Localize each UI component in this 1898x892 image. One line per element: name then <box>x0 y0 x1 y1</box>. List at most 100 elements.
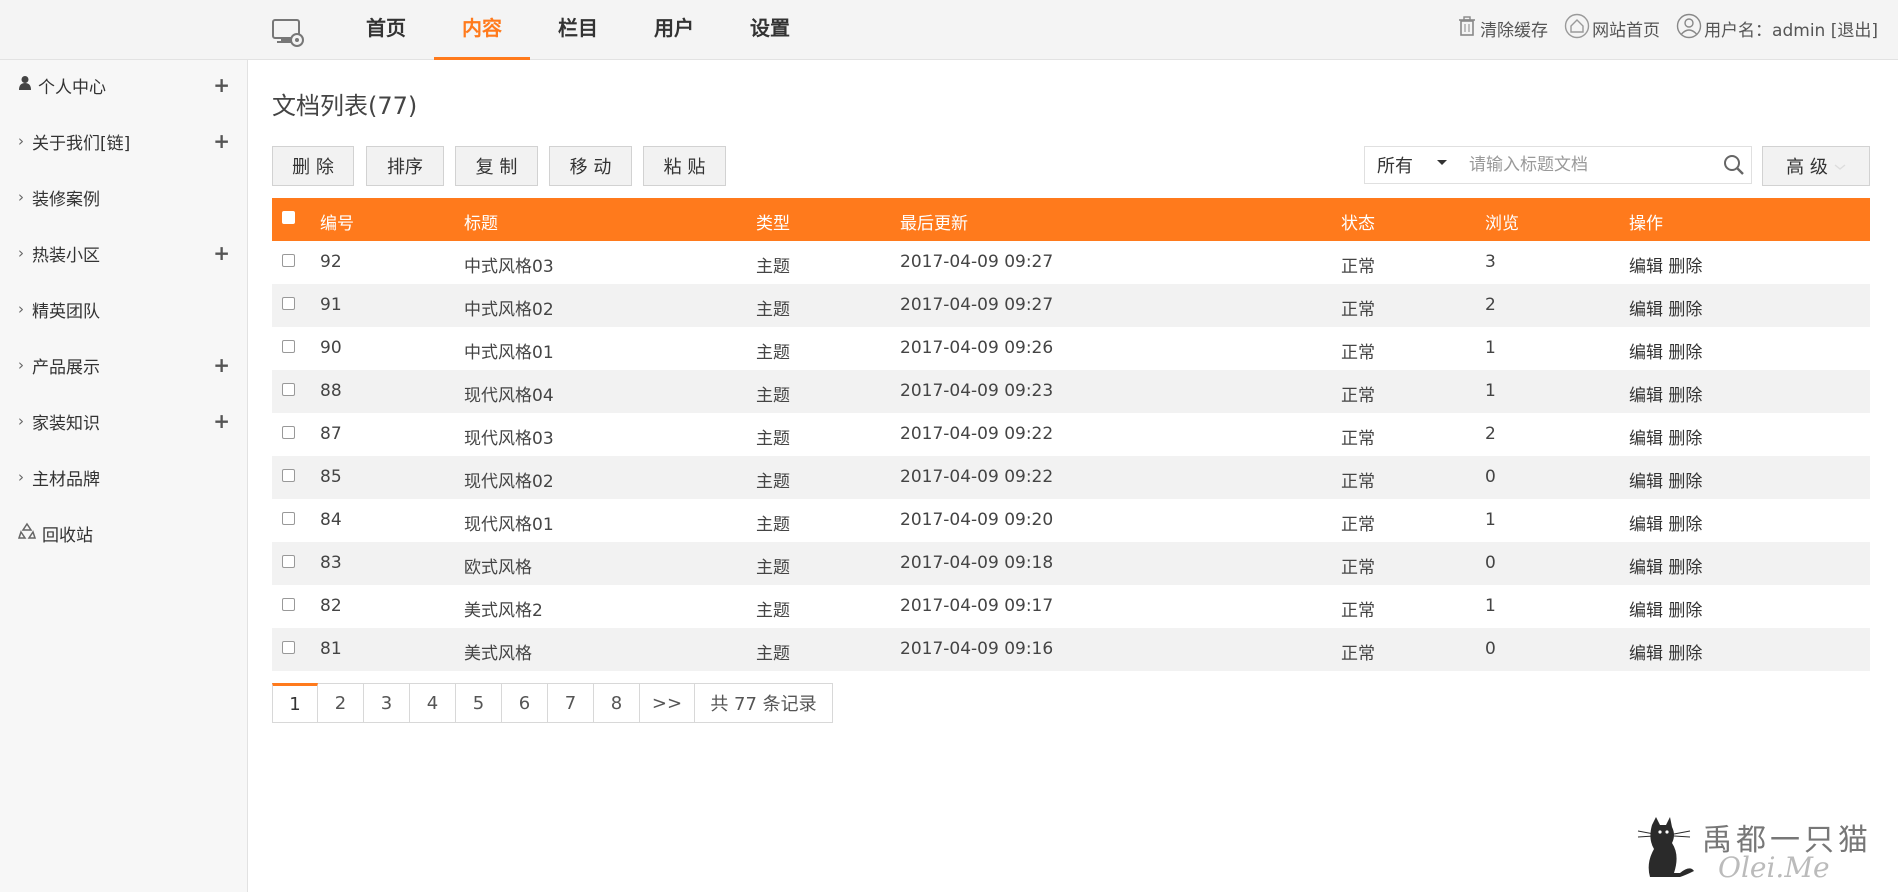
cell-status: 正常 <box>1341 343 1375 363</box>
sidebar-item-1[interactable]: › 关于我们[链] + <box>18 126 230 156</box>
table-body: 92 中式风格03 主题 2017-04-09 09:27 正常 3 编辑 删除 91 中式风格… <box>272 241 1870 671</box>
page-link-0[interactable]: 1 <box>272 683 318 723</box>
cell-views: 0 <box>1485 553 1496 573</box>
cell-title[interactable]: 中式风格03 <box>464 252 554 277</box>
row-checkbox[interactable] <box>282 641 295 654</box>
page-link-5[interactable]: 6 <box>502 683 548 723</box>
site-home-link[interactable]: 网站首页 <box>1564 13 1660 44</box>
plus-icon[interactable]: + <box>213 353 230 377</box>
search-input[interactable] <box>1461 155 1717 175</box>
nav-item-2[interactable]: 栏目 <box>530 0 626 60</box>
select-all-checkbox[interactable] <box>282 211 295 224</box>
cell-updated: 2017-04-09 09:16 <box>900 639 1054 659</box>
cell-title[interactable]: 美式风格 <box>464 639 532 664</box>
copy-button[interactable]: 复 制 <box>455 146 538 186</box>
plus-icon[interactable]: + <box>213 73 230 97</box>
cell-type: 主题 <box>756 644 790 664</box>
sidebar-item-5[interactable]: › 产品展示 + <box>18 350 230 380</box>
page-link-1[interactable]: 2 <box>318 683 364 723</box>
nav-item-3[interactable]: 用户 <box>626 0 722 60</box>
cell-type: 主题 <box>756 601 790 621</box>
page-link-6[interactable]: 7 <box>548 683 594 723</box>
sidebar-item-7[interactable]: › 主材品牌 <box>18 462 230 492</box>
cell-title[interactable]: 现代风格03 <box>464 424 554 449</box>
sidebar-item-8[interactable]: 回收站 <box>17 518 230 548</box>
delete-button[interactable]: 删 除 <box>272 146 354 186</box>
sidebar-item-4[interactable]: › 精英团队 <box>18 294 230 324</box>
row-checkbox[interactable] <box>282 426 295 439</box>
cell-ops[interactable]: 编辑 删除 <box>1629 252 1702 277</box>
search-box: 所有 <box>1364 146 1752 184</box>
search-icon[interactable] <box>1717 154 1751 176</box>
cell-title[interactable]: 欧式风格 <box>464 553 532 578</box>
row-checkbox[interactable] <box>282 512 295 525</box>
cell-ops[interactable]: 编辑 删除 <box>1629 424 1702 449</box>
advanced-search-button[interactable]: 高 级 <box>1762 146 1870 186</box>
cell-views: 1 <box>1485 510 1496 530</box>
cell-views: 1 <box>1485 338 1496 358</box>
header-type: 类型 <box>756 214 790 234</box>
page-link-7[interactable]: 8 <box>594 683 640 723</box>
page-link-4[interactable]: 5 <box>456 683 502 723</box>
cell-title[interactable]: 中式风格02 <box>464 295 554 320</box>
user-icon <box>18 75 38 96</box>
cell-ops[interactable]: 编辑 删除 <box>1629 639 1702 664</box>
cell-ops[interactable]: 编辑 删除 <box>1629 596 1702 621</box>
table-row: 82 美式风格2 主题 2017-04-09 09:17 正常 1 编辑 删除 <box>272 585 1870 628</box>
cell-ops[interactable]: 编辑 删除 <box>1629 295 1702 320</box>
home-icon <box>1564 13 1592 44</box>
row-checkbox[interactable] <box>282 297 295 310</box>
cell-title[interactable]: 现代风格02 <box>464 467 554 492</box>
nav-item-4[interactable]: 设置 <box>722 0 818 60</box>
sidebar-item-3[interactable]: › 热装小区 + <box>18 238 230 268</box>
chevron-right-icon: › <box>18 132 24 150</box>
chevron-right-icon: › <box>18 356 24 374</box>
row-checkbox[interactable] <box>282 254 295 267</box>
page-link-2[interactable]: 3 <box>364 683 410 723</box>
cell-status: 正常 <box>1341 515 1375 535</box>
nav-item-0[interactable]: 首页 <box>338 0 434 60</box>
table-header: 编号 标题 类型 最后更新 状态 浏览 操作 <box>272 198 1870 241</box>
plus-icon[interactable]: + <box>213 241 230 265</box>
sidebar-item-label: 关于我们[链] <box>32 133 131 154</box>
cell-title[interactable]: 中式风格01 <box>464 338 554 363</box>
sort-button[interactable]: 排序 <box>366 146 444 186</box>
page-link-8[interactable]: >> <box>640 683 695 723</box>
cell-title[interactable]: 美式风格2 <box>464 596 543 621</box>
row-checkbox[interactable] <box>282 469 295 482</box>
row-checkbox[interactable] <box>282 383 295 396</box>
cell-updated: 2017-04-09 09:18 <box>900 553 1054 573</box>
sidebar-item-0[interactable]: 个人中心 + <box>18 70 230 100</box>
nav-item-1[interactable]: 内容 <box>434 0 530 60</box>
page-link-3[interactable]: 4 <box>410 683 456 723</box>
sidebar-item-2[interactable]: › 装修案例 <box>18 182 230 212</box>
cell-ops[interactable]: 编辑 删除 <box>1629 381 1702 406</box>
cell-ops[interactable]: 编辑 删除 <box>1629 338 1702 363</box>
user-logout-link[interactable]: 用户名：admin [退出] <box>1676 13 1878 44</box>
filter-select[interactable]: 所有 <box>1365 152 1461 178</box>
cell-id: 90 <box>320 338 342 358</box>
cell-updated: 2017-04-09 09:22 <box>900 467 1054 487</box>
plus-icon[interactable]: + <box>213 129 230 153</box>
row-checkbox[interactable] <box>282 340 295 353</box>
cell-title[interactable]: 现代风格04 <box>464 381 554 406</box>
cell-ops[interactable]: 编辑 删除 <box>1629 510 1702 535</box>
cell-type: 主题 <box>756 429 790 449</box>
move-button[interactable]: 移 动 <box>549 146 632 186</box>
plus-icon[interactable]: + <box>213 409 230 433</box>
table-row: 87 现代风格03 主题 2017-04-09 09:22 正常 2 编辑 删除 <box>272 413 1870 456</box>
paste-button[interactable]: 粘 贴 <box>643 146 726 186</box>
cell-ops[interactable]: 编辑 删除 <box>1629 467 1702 492</box>
cell-ops[interactable]: 编辑 删除 <box>1629 553 1702 578</box>
advanced-label: 高 级 <box>1786 157 1828 178</box>
cell-title[interactable]: 现代风格01 <box>464 510 554 535</box>
main-nav: 首页 内容 栏目 用户 设置 <box>338 0 818 60</box>
cat-logo-icon <box>1634 815 1704 886</box>
sidebar-item-6[interactable]: › 家装知识 + <box>18 406 230 436</box>
sidebar-item-label: 热装小区 <box>32 245 100 266</box>
table-row: 83 欧式风格 主题 2017-04-09 09:18 正常 0 编辑 删除 <box>272 542 1870 585</box>
clear-cache-link[interactable]: 清除缓存 <box>1456 15 1548 42</box>
row-checkbox[interactable] <box>282 598 295 611</box>
row-checkbox[interactable] <box>282 555 295 568</box>
table-row: 88 现代风格04 主题 2017-04-09 09:23 正常 1 编辑 删除 <box>272 370 1870 413</box>
